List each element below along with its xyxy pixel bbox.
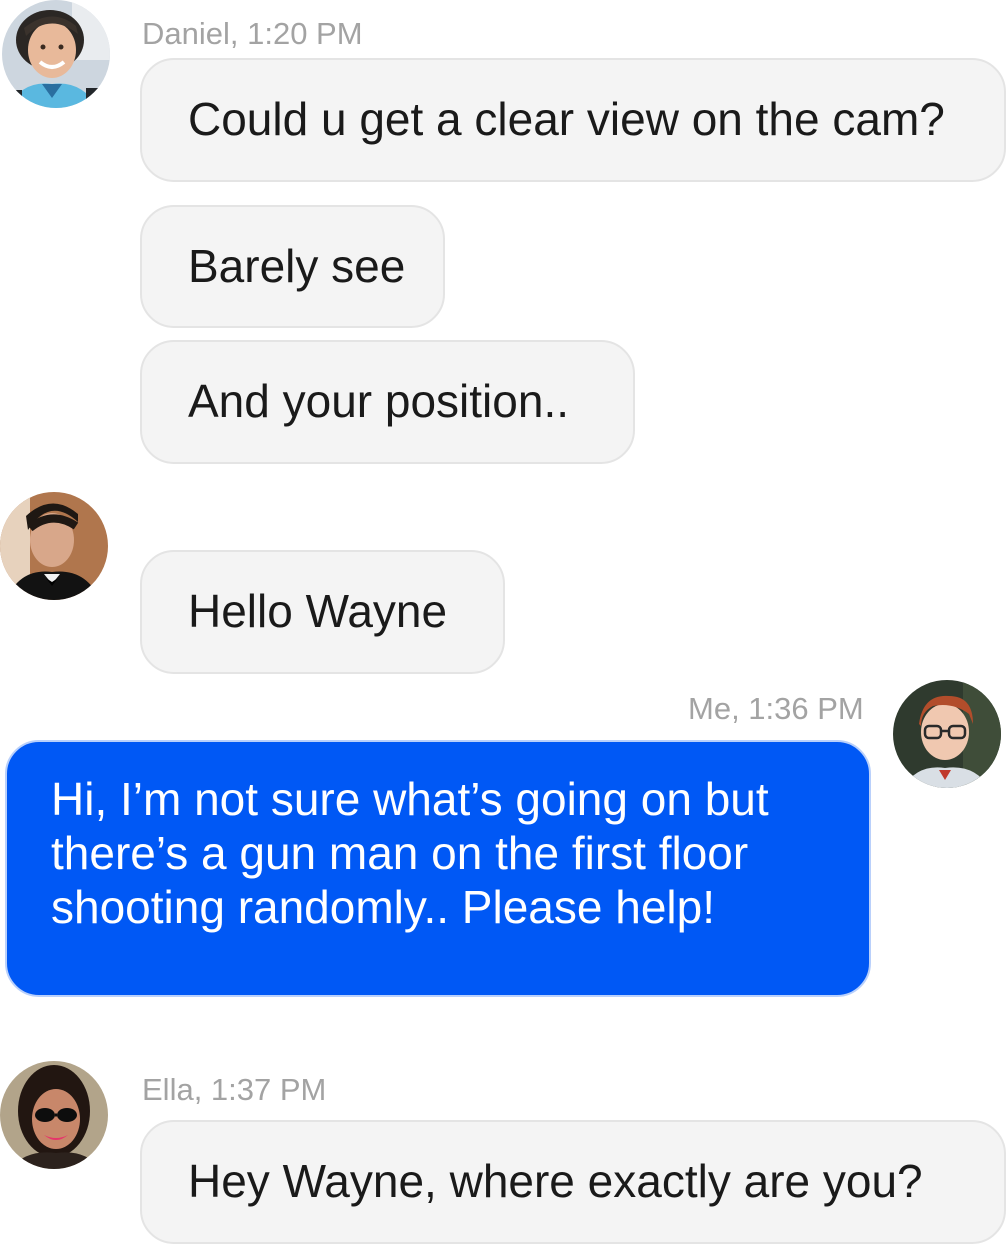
ella-avatar[interactable]	[0, 1061, 108, 1169]
ella-avatar-icon	[0, 1061, 108, 1169]
message-bubble[interactable]: Barely see	[140, 205, 445, 328]
daniel-avatar[interactable]	[2, 0, 110, 108]
message-bubble[interactable]: And your position..	[140, 340, 635, 464]
my-message-bubble[interactable]: Hi, I’m not sure what’s going on but the…	[5, 740, 871, 997]
message-header-me: Me, 1:36 PM	[688, 691, 864, 726]
unnamed-contact-avatar[interactable]	[0, 492, 108, 600]
unnamed-contact-avatar-icon	[0, 492, 108, 600]
message-bubble[interactable]: Could u get a clear view on the cam?	[140, 58, 1006, 182]
message-header-ella: Ella, 1:37 PM	[142, 1072, 327, 1107]
me-avatar[interactable]	[893, 680, 1001, 788]
me-avatar-icon	[893, 680, 1001, 788]
daniel-avatar-icon	[2, 0, 110, 108]
message-bubble[interactable]: Hello Wayne	[140, 550, 505, 674]
message-header-daniel: Daniel, 1:20 PM	[142, 16, 363, 51]
message-bubble[interactable]: Hey Wayne, where exactly are you?	[140, 1120, 1006, 1244]
